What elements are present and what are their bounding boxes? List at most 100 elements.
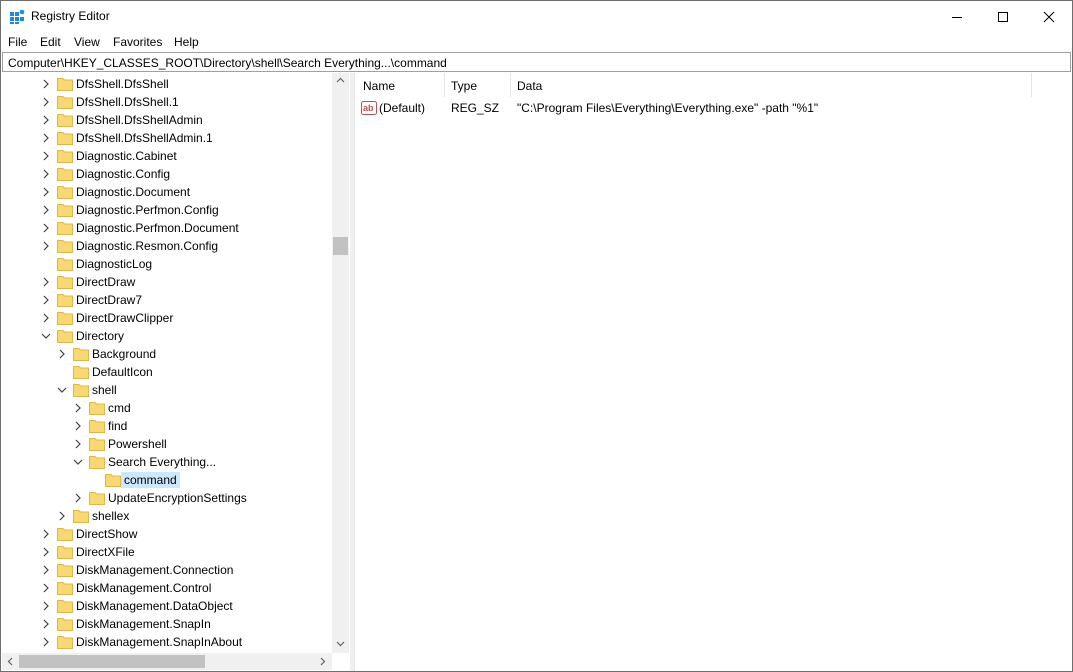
tree-node[interactable]: DirectDraw7 — [1, 291, 332, 309]
tree-node[interactable]: Powershell — [1, 435, 332, 453]
chevron-right-icon[interactable] — [73, 421, 85, 433]
tree-node[interactable]: DfsShell.DfsShell.1 — [1, 93, 332, 111]
tree-node-label[interactable]: DirectDraw7 — [73, 292, 145, 308]
chevron-right-icon[interactable] — [73, 493, 85, 505]
tree-node-label[interactable]: DirectDraw — [73, 274, 138, 290]
tree-node[interactable]: DiagnosticLog — [1, 255, 332, 273]
close-button[interactable] — [1026, 1, 1072, 32]
tree-vertical-scrollbar[interactable] — [332, 73, 349, 653]
chevron-right-icon[interactable] — [41, 169, 53, 181]
address-bar[interactable]: Computer\HKEY_CLASSES_ROOT\Directory\she… — [2, 52, 1071, 72]
tree-node-label[interactable]: shellex — [89, 508, 132, 524]
tree-node[interactable]: DiskManagement.Connection — [1, 561, 332, 579]
chevron-down-icon[interactable] — [41, 331, 53, 343]
tree-node[interactable]: DefaultIcon — [1, 363, 332, 381]
tree-node-label[interactable]: Search Everything... — [105, 454, 219, 470]
minimize-button[interactable] — [934, 1, 980, 32]
tree-node-label[interactable]: UpdateEncryptionSettings — [105, 490, 250, 506]
tree-node-label[interactable]: DfsShell.DfsShellAdmin.1 — [73, 130, 216, 146]
tree-node[interactable]: shellex — [1, 507, 332, 525]
tree-node[interactable]: DirectDrawClipper — [1, 309, 332, 327]
tree-horizontal-scrollbar[interactable] — [2, 653, 332, 670]
tree-node[interactable]: DirectXFile — [1, 543, 332, 561]
tree-node[interactable]: Diagnostic.Document — [1, 183, 332, 201]
tree-node[interactable]: Diagnostic.Resmon.Config — [1, 237, 332, 255]
tree-node[interactable]: DfsShell.DfsShellAdmin — [1, 111, 332, 129]
chevron-right-icon[interactable] — [41, 583, 53, 595]
tree-node-label[interactable]: DirectShow — [73, 526, 140, 542]
maximize-button[interactable] — [980, 1, 1026, 32]
tree-node-label[interactable]: Directory — [73, 328, 127, 344]
column-divider[interactable] — [1031, 73, 1032, 97]
tree-node[interactable]: Diagnostic.Perfmon.Config — [1, 201, 332, 219]
chevron-right-icon[interactable] — [41, 277, 53, 289]
tree-node[interactable]: Diagnostic.Cabinet — [1, 147, 332, 165]
menu-view[interactable]: View — [74, 35, 100, 49]
tree-node-label[interactable]: DfsShell.DfsShell.1 — [73, 94, 182, 110]
tree-node-label[interactable]: DirectDrawClipper — [73, 310, 176, 326]
tree-node[interactable]: Background — [1, 345, 332, 363]
tree-node-label[interactable]: DefaultIcon — [89, 364, 156, 380]
tree-node-label[interactable]: Diagnostic.Perfmon.Document — [73, 220, 242, 236]
tree-vertical-scroll-thumb[interactable] — [333, 237, 348, 255]
chevron-right-icon[interactable] — [41, 79, 53, 91]
chevron-right-icon[interactable] — [41, 529, 53, 541]
column-divider[interactable] — [444, 73, 445, 97]
tree-node-label[interactable]: Background — [89, 346, 159, 362]
scroll-right-icon[interactable] — [320, 657, 326, 666]
value-data[interactable]: "C:\Program Files\Everything\Everything.… — [517, 101, 818, 115]
tree-node[interactable]: Diagnostic.Config — [1, 165, 332, 183]
tree-node-label[interactable]: Diagnostic.Perfmon.Config — [73, 202, 222, 218]
tree-node[interactable]: DfsShell.DfsShell — [1, 75, 332, 93]
chevron-right-icon[interactable] — [41, 97, 53, 109]
tree-node-label[interactable]: DiskManagement.Connection — [73, 562, 236, 578]
chevron-right-icon[interactable] — [41, 601, 53, 613]
scroll-left-icon[interactable] — [7, 657, 13, 666]
column-divider[interactable] — [510, 73, 511, 97]
tree-node-label[interactable]: DiskManagement.Control — [73, 580, 214, 596]
tree-node[interactable]: find — [1, 417, 332, 435]
tree-node-label[interactable]: Diagnostic.Config — [73, 166, 173, 182]
tree-node-label[interactable]: cmd — [105, 400, 134, 416]
tree-node[interactable]: DiskManagement.SnapIn — [1, 615, 332, 633]
tree-node-label[interactable]: DiskManagement.SnapInAbout — [73, 634, 245, 650]
tree-node[interactable]: Diagnostic.Perfmon.Document — [1, 219, 332, 237]
menu-favorites[interactable]: Favorites — [113, 35, 162, 49]
column-header-data[interactable]: Data — [517, 79, 542, 93]
tree-node-label[interactable]: DfsShell.DfsShell — [73, 76, 172, 92]
chevron-right-icon[interactable] — [41, 223, 53, 235]
chevron-right-icon[interactable] — [73, 403, 85, 415]
chevron-right-icon[interactable] — [57, 349, 69, 361]
scroll-up-icon[interactable] — [336, 77, 345, 83]
tree-node-label[interactable]: DiskManagement.SnapIn — [73, 616, 214, 632]
tree-node[interactable]: shell — [1, 381, 332, 399]
chevron-right-icon[interactable] — [41, 295, 53, 307]
tree-node[interactable]: DfsShell.DfsShellAdmin.1 — [1, 129, 332, 147]
tree-node-label[interactable]: Powershell — [105, 436, 170, 452]
chevron-right-icon[interactable] — [73, 439, 85, 451]
tree-node-label[interactable]: shell — [89, 382, 120, 398]
value-type[interactable]: REG_SZ — [451, 101, 499, 115]
chevron-right-icon[interactable] — [41, 637, 53, 649]
tree-node-label[interactable]: Diagnostic.Cabinet — [73, 148, 180, 164]
chevron-right-icon[interactable] — [41, 619, 53, 631]
tree-node[interactable]: DiskManagement.Control — [1, 579, 332, 597]
chevron-right-icon[interactable] — [41, 547, 53, 559]
tree-node-label[interactable]: DiagnosticLog — [73, 256, 155, 272]
tree-node[interactable]: DiskManagement.SnapInAbout — [1, 633, 332, 651]
menu-file[interactable]: File — [8, 35, 27, 49]
tree-node-label[interactable]: DirectXFile — [73, 544, 138, 560]
tree-node[interactable]: UpdateEncryptionSettings — [1, 489, 332, 507]
chevron-right-icon[interactable] — [41, 115, 53, 127]
tree-node-label[interactable]: find — [105, 418, 130, 434]
tree-node[interactable]: cmd — [1, 399, 332, 417]
chevron-right-icon[interactable] — [41, 241, 53, 253]
tree-node-label[interactable]: Diagnostic.Document — [73, 184, 193, 200]
menu-edit[interactable]: Edit — [40, 35, 61, 49]
tree-node[interactable]: DiskManagement.DataObject — [1, 597, 332, 615]
chevron-right-icon[interactable] — [41, 313, 53, 325]
tree-node[interactable]: Directory — [1, 327, 332, 345]
chevron-right-icon[interactable] — [57, 511, 69, 523]
chevron-right-icon[interactable] — [41, 187, 53, 199]
chevron-right-icon[interactable] — [41, 565, 53, 577]
